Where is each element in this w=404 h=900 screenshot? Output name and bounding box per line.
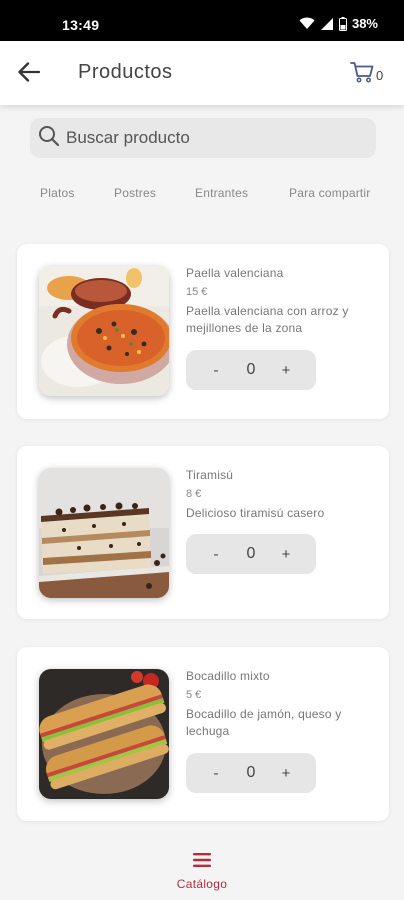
- quantity-stepper: - 0 +: [186, 753, 316, 793]
- nav-label: Catálogo: [176, 877, 228, 891]
- quantity-value: 0: [246, 764, 256, 781]
- product-image-tiramisu: [39, 468, 169, 598]
- cart-icon: [350, 61, 374, 88]
- search-input[interactable]: [66, 128, 356, 148]
- quantity-value: 0: [246, 545, 256, 562]
- product-price: 8 €: [186, 488, 202, 500]
- product-name: Tiramisú: [186, 468, 234, 482]
- product-image-paella: [39, 266, 169, 396]
- quantity-stepper: - 0 +: [186, 350, 316, 390]
- bottom-nav: Catálogo: [0, 840, 404, 900]
- product-price: 5 €: [186, 689, 202, 701]
- product-card[interactable]: Paella valenciana 15 € Paella valenciana…: [17, 244, 389, 419]
- page-title: Productos: [78, 61, 173, 83]
- increase-button[interactable]: +: [278, 765, 294, 782]
- product-name: Paella valenciana: [186, 266, 284, 280]
- status-bar: 13:49 38%: [0, 0, 404, 41]
- arrow-left-icon: [18, 61, 41, 87]
- product-name: Bocadillo mixto: [186, 669, 270, 683]
- product-description: Bocadillo de jamón, queso y lechuga: [186, 707, 342, 738]
- tab-postres[interactable]: Postres: [114, 186, 156, 200]
- quantity-stepper: - 0 +: [186, 534, 316, 574]
- status-time: 13:49: [62, 17, 100, 33]
- product-info: Tiramisú 8 € Delicioso tiramisú casero: [186, 468, 376, 522]
- app-bar: Productos 0: [0, 41, 404, 105]
- product-price: 15 €: [186, 286, 208, 298]
- product-description: Paella valenciana con arroz y mejillones…: [186, 304, 349, 335]
- decrease-button[interactable]: -: [208, 546, 224, 563]
- status-icons: 38%: [299, 16, 378, 31]
- search-bar[interactable]: [30, 118, 376, 158]
- product-info: Bocadillo mixto 5 € Bocadillo de jamón, …: [186, 669, 376, 740]
- wifi-icon: [299, 17, 315, 30]
- battery-level: 38%: [351, 16, 378, 31]
- quantity-value: 0: [246, 361, 256, 378]
- product-card[interactable]: Tiramisú 8 € Delicioso tiramisú casero -…: [17, 446, 389, 619]
- increase-button[interactable]: +: [278, 362, 294, 379]
- tab-platos[interactable]: Platos: [40, 186, 75, 200]
- product-card[interactable]: Bocadillo mixto 5 € Bocadillo de jamón, …: [17, 647, 389, 821]
- signal-icon: [320, 17, 334, 30]
- increase-button[interactable]: +: [278, 546, 294, 563]
- tab-para-compartir[interactable]: Para compartir: [289, 186, 371, 200]
- menu-icon: [192, 852, 212, 873]
- cart-button[interactable]: 0: [350, 59, 390, 89]
- category-tabs: Platos Postres Entrantes Para compartir: [0, 186, 404, 206]
- search-icon: [38, 125, 60, 152]
- decrease-button[interactable]: -: [208, 765, 224, 782]
- cart-count: 0: [376, 67, 384, 83]
- product-description: Delicioso tiramisú casero: [186, 506, 325, 520]
- product-info: Paella valenciana 15 € Paella valenciana…: [186, 266, 376, 337]
- decrease-button[interactable]: -: [208, 362, 224, 379]
- back-button[interactable]: [14, 59, 44, 89]
- product-image-bocadillo: [39, 669, 169, 799]
- battery-icon: [338, 16, 347, 31]
- nav-item-catalogo[interactable]: Catálogo: [177, 852, 227, 891]
- tab-entrantes[interactable]: Entrantes: [195, 186, 248, 200]
